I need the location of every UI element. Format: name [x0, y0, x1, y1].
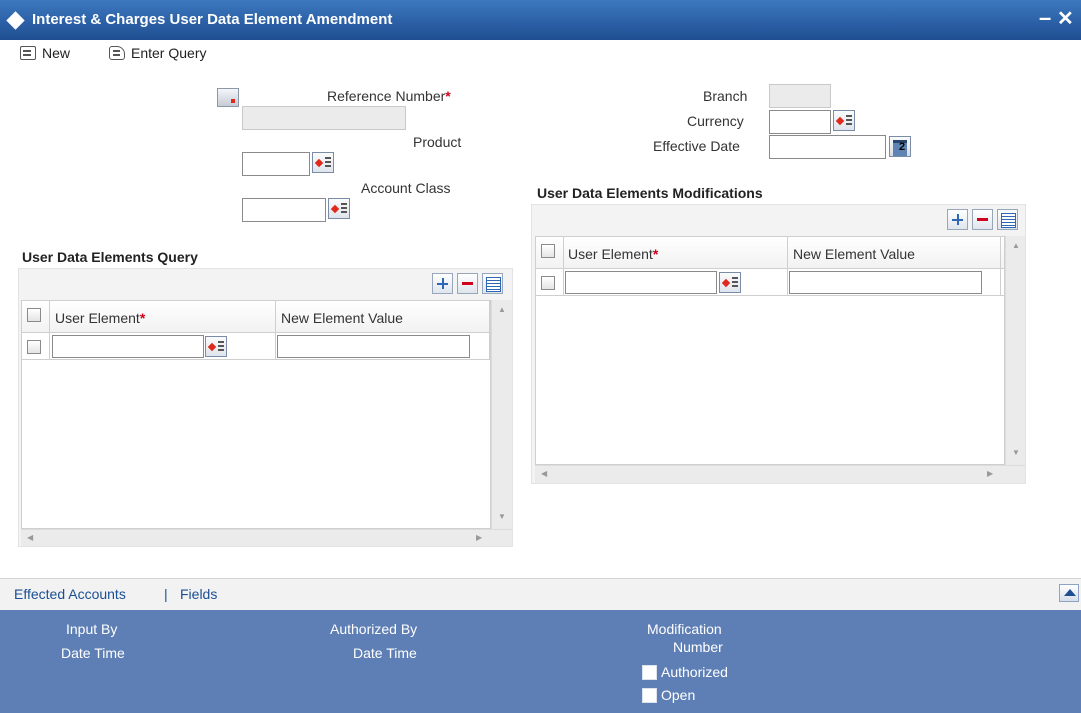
window-title: Interest & Charges User Data Element Ame… — [32, 11, 393, 28]
reference-number-button[interactable] — [217, 88, 239, 107]
query-select-all-checkbox[interactable] — [27, 308, 41, 322]
mod-col-user-element: User Element* — [568, 246, 659, 262]
mod-user-element-field[interactable] — [565, 271, 717, 294]
query-grid: User Element* New Element Value ▲ ▼ ◀ ▶ — [18, 268, 513, 547]
query-user-element-field[interactable] — [52, 335, 204, 358]
new-record-icon — [20, 46, 36, 60]
mod-user-element-lov-button[interactable] — [719, 272, 741, 293]
modification-number-label-line1: Modification — [647, 621, 722, 637]
modifications-table: User Element* New Element Value — [535, 236, 1005, 465]
currency-lov-button[interactable] — [833, 110, 855, 131]
modifications-grid: User Element* New Element Value ▲ ▼ ◀ ▶ — [531, 204, 1026, 484]
authorized-checkbox[interactable] — [642, 665, 657, 680]
query-col-user-element: User Element* — [55, 310, 146, 326]
query-vertical-scrollbar[interactable]: ▲ ▼ — [491, 300, 512, 529]
query-add-row-button[interactable] — [432, 273, 453, 294]
open-label: Open — [661, 687, 696, 703]
mod-add-row-button[interactable] — [947, 209, 968, 230]
scroll-left-icon: ◀ — [541, 469, 548, 478]
open-checkbox[interactable] — [642, 688, 657, 703]
scroll-right-icon: ▶ — [987, 469, 994, 478]
scroll-down-icon: ▼ — [498, 512, 506, 521]
reference-number-field[interactable] — [242, 106, 406, 130]
account-class-label: Account Class — [361, 180, 451, 196]
diamond-icon — [6, 11, 25, 30]
mod-select-all-checkbox[interactable] — [541, 244, 555, 258]
currency-label: Currency — [687, 113, 744, 129]
query-col-new-element-value: New Element Value — [281, 310, 403, 326]
minimize-button[interactable]: – — [1039, 5, 1051, 31]
query-single-view-button[interactable] — [482, 273, 503, 294]
table-row — [536, 270, 1004, 296]
scroll-up-icon: ▲ — [498, 305, 506, 314]
mod-delete-row-button[interactable] — [972, 209, 993, 230]
scroll-up-icon: ▲ — [1012, 241, 1020, 250]
table-row — [22, 334, 490, 360]
new-button-label: New — [42, 45, 71, 61]
mod-single-view-button[interactable] — [997, 209, 1018, 230]
modification-number-label-line2: Number — [673, 639, 723, 655]
product-label: Product — [413, 134, 462, 150]
query-user-element-lov-button[interactable] — [205, 336, 227, 357]
effective-date-label: Effective Date — [653, 138, 740, 154]
effected-accounts-link[interactable]: Effected Accounts — [14, 586, 126, 602]
branch-field[interactable] — [769, 84, 831, 108]
enter-query-button[interactable]: Enter Query — [109, 42, 206, 64]
authorized-date-time-label: Date Time — [353, 645, 417, 661]
enter-query-icon — [109, 46, 125, 60]
account-class-field[interactable] — [242, 198, 326, 222]
audit-panel: Input By Date Time Authorized By Date Ti… — [0, 610, 1081, 713]
fields-link[interactable]: Fields — [180, 586, 217, 602]
mod-col-new-element-value: New Element Value — [793, 246, 915, 262]
scroll-left-icon: ◀ — [27, 533, 34, 542]
product-lov-button[interactable] — [312, 152, 334, 173]
new-button[interactable]: New — [20, 42, 70, 64]
authorized-label: Authorized — [661, 664, 728, 680]
input-by-label: Input By — [66, 621, 118, 637]
mod-row-checkbox[interactable] — [541, 276, 555, 290]
collapse-footer-button[interactable] — [1059, 584, 1079, 602]
mod-horizontal-scrollbar[interactable]: ◀ ▶ — [535, 465, 1025, 483]
query-delete-row-button[interactable] — [457, 273, 478, 294]
link-separator: | — [164, 586, 168, 602]
product-field[interactable] — [242, 152, 310, 176]
account-class-lov-button[interactable] — [328, 198, 350, 219]
currency-field[interactable] — [769, 110, 831, 134]
calendar-icon: 2 — [899, 141, 906, 153]
query-horizontal-scrollbar[interactable]: ◀ ▶ — [21, 529, 512, 546]
effective-date-field[interactable] — [769, 135, 886, 159]
date-time-label: Date Time — [61, 645, 125, 661]
mod-grid-title: User Data Elements Modifications — [537, 185, 763, 201]
scroll-down-icon: ▼ — [1012, 448, 1020, 457]
footer-links-bar: Effected Accounts | Fields — [0, 578, 1081, 610]
query-row-checkbox[interactable] — [27, 340, 41, 354]
window-title-bar: Interest & Charges User Data Element Ame… — [0, 0, 1081, 40]
close-button[interactable]: ✕ — [1057, 6, 1074, 31]
reference-number-label: Reference Number* — [327, 88, 451, 104]
toolbar: New Enter Query — [0, 40, 1081, 66]
branch-label: Branch — [703, 88, 748, 104]
calendar-button[interactable]: 2 — [889, 136, 911, 157]
query-table: User Element* New Element Value — [21, 300, 491, 529]
query-new-element-value-field[interactable] — [277, 335, 470, 358]
mod-new-element-value-field[interactable] — [789, 271, 982, 294]
query-grid-title: User Data Elements Query — [22, 249, 198, 265]
mod-vertical-scrollbar[interactable]: ▲ ▼ — [1005, 236, 1025, 465]
enter-query-label: Enter Query — [131, 45, 207, 61]
authorized-by-label: Authorized By — [330, 621, 418, 637]
scroll-right-icon: ▶ — [476, 533, 483, 542]
